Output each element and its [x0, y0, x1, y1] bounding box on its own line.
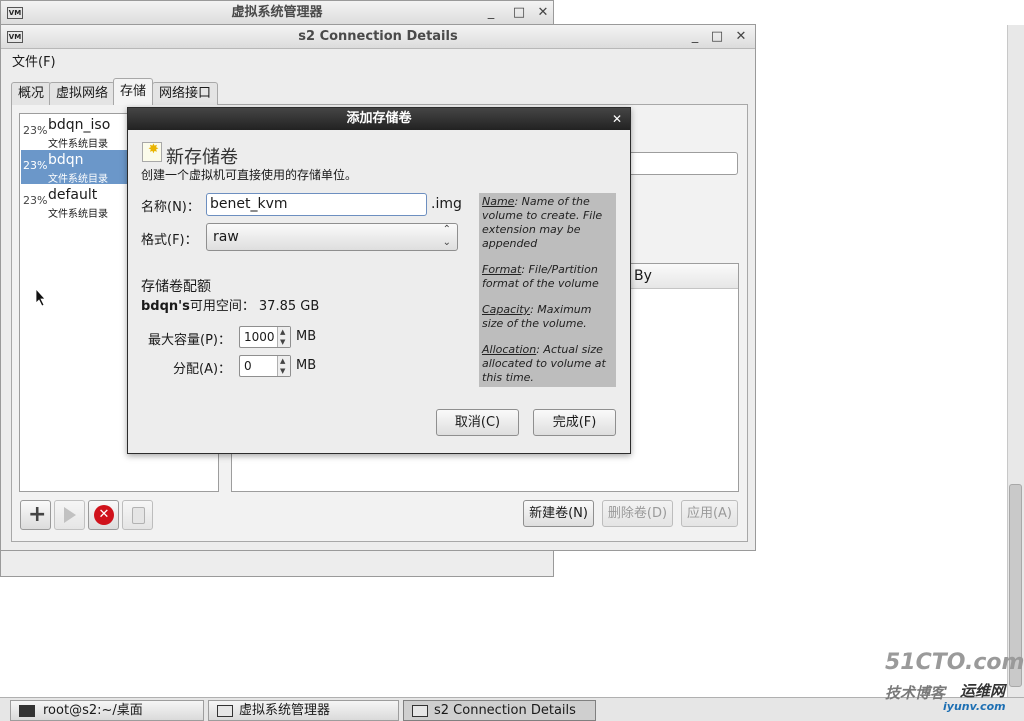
trash-icon [132, 507, 145, 524]
taskbar-label: 虚拟系统管理器 [239, 703, 331, 718]
volume-name-value: benet_kvm [210, 196, 288, 212]
watermark-line3: 运维网 [960, 682, 1006, 700]
tab-storage[interactable]: 存储 [113, 78, 154, 105]
allocation-value: 0 [244, 359, 252, 373]
taskbar-label: s2 Connection Details [434, 703, 576, 718]
taskbar-label: root@s2:~/桌面 [43, 703, 143, 718]
pool-type: 文件系统目录 [48, 209, 108, 220]
name-label: 名称(N)： [141, 200, 200, 215]
max-capacity-value: 1000 [244, 330, 275, 344]
finish-button[interactable]: 完成(F) [533, 409, 616, 436]
terminal-icon [19, 705, 35, 717]
allocation-unit: MB [296, 358, 317, 373]
help-panel: Name: Name of the volume to create. File… [479, 193, 616, 387]
help-term: Allocation [482, 343, 537, 356]
pool-name: bdqn_iso [48, 117, 111, 133]
new-volume-button[interactable]: 新建卷(N) [523, 500, 594, 527]
pool-name: default [48, 187, 98, 203]
maximize-icon[interactable]: □ [509, 3, 529, 23]
taskbar-item-virt-manager[interactable]: 虚拟系统管理器 [208, 700, 399, 721]
taskbar-item-connection-details[interactable]: s2 Connection Details [403, 700, 596, 721]
tab-virtual-networks[interactable]: 虚拟网络 [49, 82, 116, 105]
format-label: 格式(F)： [141, 233, 198, 248]
mouse-cursor-icon [35, 288, 46, 307]
updown-arrow-icon: ⌃ ⌄ [442, 224, 451, 248]
minimize-icon[interactable]: _ [685, 27, 705, 47]
max-capacity-unit: MB [296, 329, 317, 344]
pool-usage: 23% [23, 159, 48, 172]
dialog-title: 添加存储卷 [346, 111, 412, 126]
tab-overview[interactable]: 概况 [11, 82, 52, 105]
quota-heading: 存储卷配额 [141, 279, 211, 295]
pool-item[interactable]: 23% bdqn_iso 文件系统目录 [21, 115, 137, 150]
max-capacity-spinner[interactable]: 1000 ▲ ▼ [239, 326, 291, 348]
vm-icon: VM [7, 31, 23, 43]
close-icon[interactable]: ✕ [731, 27, 751, 47]
pool-location-field[interactable] [628, 152, 738, 175]
allocation-label: 分配(A)： [173, 362, 232, 377]
dialog-titlebar: 添加存储卷 ✕ [128, 108, 630, 130]
volume-name-input[interactable]: benet_kvm [206, 193, 427, 216]
taskbar-item-terminal[interactable]: root@s2:~/桌面 [10, 700, 204, 721]
pool-name: bdqn [48, 152, 84, 168]
pool-type: 文件系统目录 [48, 174, 108, 185]
tab-network-interfaces[interactable]: 网络接口 [152, 82, 219, 105]
allocation-spinner[interactable]: 0 ▲ ▼ [239, 355, 291, 377]
vm-icon [217, 705, 233, 717]
play-icon [64, 507, 76, 523]
pool-name-bold: bdqn's [141, 299, 190, 314]
stop-icon: ✕ [94, 505, 114, 525]
start-pool-button[interactable] [54, 500, 85, 530]
minimize-icon[interactable]: _ [481, 3, 501, 23]
available-space: bdqn's可用空间： 37.85 GB [141, 295, 319, 314]
help-term: Format [482, 263, 522, 276]
watermark-line4: iyunv.com [943, 700, 1006, 713]
format-select[interactable]: raw ⌃ ⌄ [206, 223, 458, 251]
name-suffix: .img [431, 196, 462, 212]
watermark-line2: 技术博客 [885, 684, 946, 702]
new-volume-icon: ✸ [142, 142, 162, 162]
dialog-description: 创建一个虚拟机可直接使用的存储单位。 [141, 168, 358, 182]
details-titlebar: VM s2 Connection Details _ □ ✕ [1, 25, 755, 49]
apply-button[interactable]: 应用(A) [681, 500, 738, 527]
spinner-arrows[interactable]: ▲ ▼ [277, 356, 290, 376]
column-header-used-by[interactable]: By [634, 268, 652, 284]
spinner-arrows[interactable]: ▲ ▼ [277, 327, 290, 347]
taskbar: root@s2:~/桌面 虚拟系统管理器 s2 Connection Detai… [0, 697, 1024, 721]
menu-file[interactable]: 文件(F) [12, 51, 56, 70]
vm-icon: VM [7, 7, 23, 19]
window-title: 虚拟系统管理器 [231, 5, 323, 20]
maximize-icon[interactable]: □ [707, 27, 727, 47]
window-title: s2 Connection Details [298, 29, 458, 44]
watermark-line1: 51CTO.com [885, 650, 1024, 675]
stop-pool-button[interactable]: ✕ [88, 500, 119, 530]
add-pool-button[interactable]: + [20, 500, 51, 530]
delete-pool-button[interactable] [122, 500, 153, 530]
available-value: 37.85 GB [258, 299, 320, 314]
close-icon[interactable]: ✕ [612, 108, 622, 130]
vm-icon [412, 705, 428, 717]
pool-usage: 23% [23, 124, 48, 137]
format-value: raw [213, 229, 239, 245]
plus-icon: + [28, 502, 47, 527]
pool-item[interactable]: 23% default 文件系统目录 [21, 185, 137, 220]
star-icon: ✸ [148, 142, 159, 157]
pool-type: 文件系统目录 [48, 139, 108, 150]
close-icon[interactable]: ✕ [533, 3, 553, 23]
max-capacity-label: 最大容量(P)： [148, 333, 231, 348]
help-term: Name [482, 195, 515, 208]
help-term: Capacity [482, 303, 531, 316]
delete-volume-button[interactable]: 删除卷(D) [602, 500, 673, 527]
virt-manager-titlebar: VM 虚拟系统管理器 _ □ ✕ [1, 1, 553, 26]
available-label: 可用空间： [189, 299, 255, 314]
pool-usage: 23% [23, 194, 48, 207]
pool-item-selected[interactable]: 23% bdqn 文件系统目录 [21, 150, 137, 185]
cancel-button[interactable]: 取消(C) [436, 409, 519, 436]
